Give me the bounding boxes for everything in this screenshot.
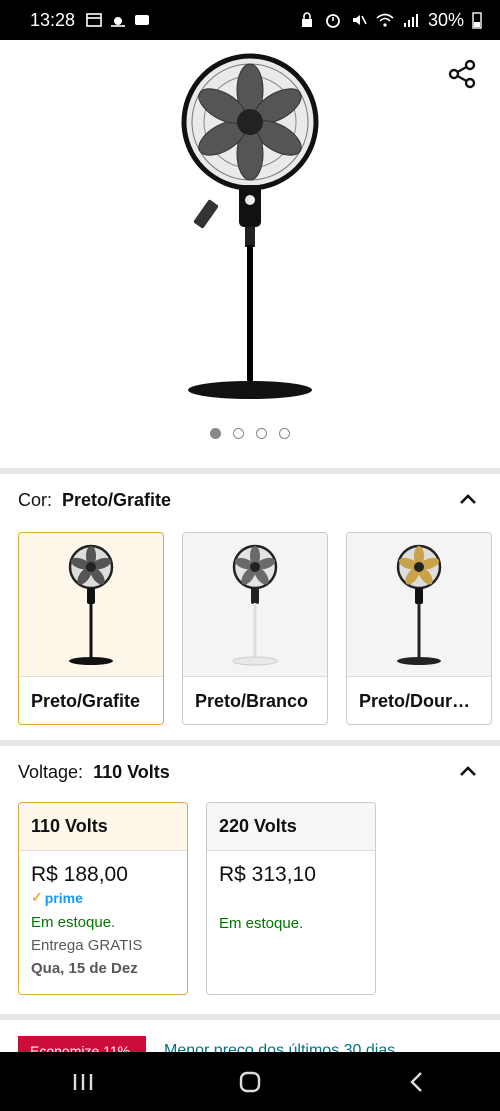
color-option-label: Preto/Grafite <box>31 690 141 711</box>
recent-apps-button[interactable] <box>53 1062 113 1102</box>
color-thumbnail <box>183 533 327 677</box>
gallery-dot-3[interactable] <box>256 428 267 439</box>
color-label: Cor: <box>18 490 53 510</box>
delivery-text: Entrega GRATIS <box>31 937 143 954</box>
share-icon[interactable] <box>446 58 478 90</box>
fan-thumbnail-image <box>232 544 278 665</box>
voltage-section-header[interactable]: Voltage: 110 Volts <box>18 762 482 783</box>
notification-icon <box>135 15 150 25</box>
battery-icon <box>472 12 482 29</box>
color-thumbnail <box>347 533 491 677</box>
status-bar: 13:28 30% <box>0 0 500 40</box>
voltage-option-label: 110 Volts <box>19 803 187 851</box>
product-image <box>181 53 319 399</box>
color-options: Preto/Grafite Preto/Branco Preto/Dour… <box>18 532 492 725</box>
voltage-option-110[interactable]: 110 Volts R$ 188,00 ✓ prime Em estoque. E… <box>18 802 188 995</box>
voltage-selected-value: 110 Volts <box>93 762 170 782</box>
navigation-bar <box>0 1052 500 1111</box>
voltage-options: 110 Volts R$ 188,00 ✓ prime Em estoque. E… <box>18 802 376 995</box>
mute-icon <box>352 15 367 25</box>
color-option-label: Preto/Branco <box>195 690 309 711</box>
battery-percent: 30% <box>427 9 464 30</box>
stock-status: Em estoque. <box>31 914 116 931</box>
fan-thumbnail-image <box>68 544 114 665</box>
fan-thumbnail-image <box>396 544 442 665</box>
voltage-option-220[interactable]: 220 Volts R$ 313,10 Em estoque. <box>206 802 376 995</box>
wifi-icon <box>376 13 394 27</box>
product-image-gallery[interactable] <box>0 40 500 468</box>
gallery-indicator <box>0 428 500 439</box>
divider <box>0 468 500 474</box>
color-section-header[interactable]: Cor: Preto/Grafite <box>18 490 482 511</box>
voltage-option-label: 220 Volts <box>207 803 375 851</box>
alarm-icon <box>326 14 340 28</box>
stock-status: Em estoque. <box>219 915 304 932</box>
recent-apps-icon <box>74 1073 93 1090</box>
color-option-preto-branco[interactable]: Preto/Branco <box>182 532 328 725</box>
divider <box>0 1014 500 1020</box>
back-button[interactable] <box>387 1062 447 1102</box>
color-option-preto-grafite[interactable]: Preto/Grafite <box>18 532 164 725</box>
prime-check-icon: ✓ <box>31 889 43 905</box>
color-thumbnail <box>19 533 163 677</box>
gallery-dot-2[interactable] <box>233 428 244 439</box>
signal-icon <box>403 14 418 27</box>
back-icon <box>409 1071 422 1092</box>
color-option-label: Preto/Dour… <box>359 690 471 711</box>
gallery-dot-4[interactable] <box>279 428 290 439</box>
gallery-dot-1[interactable] <box>210 428 221 439</box>
status-time: 13:28 <box>30 9 76 30</box>
lock-icon <box>301 12 312 27</box>
calendar-icon <box>86 13 102 27</box>
chevron-up-icon[interactable] <box>458 492 478 506</box>
prime-badge: ✓ prime <box>31 889 83 906</box>
weather-icon <box>111 17 126 27</box>
divider <box>0 740 500 746</box>
color-option-preto-dourado[interactable]: Preto/Dour… <box>346 532 492 725</box>
home-icon <box>239 1071 261 1092</box>
voltage-label: Voltage: <box>18 762 84 782</box>
status-left-icons <box>85 11 151 29</box>
color-selected-value: Preto/Grafite <box>62 490 172 510</box>
delivery-date: Qua, 15 de Dez <box>31 960 138 977</box>
home-button[interactable] <box>220 1062 280 1102</box>
price: R$ 313,10 <box>219 863 316 886</box>
price: R$ 188,00 <box>31 863 128 886</box>
chevron-up-icon[interactable] <box>458 764 478 778</box>
status-right-icons: 30% <box>298 10 482 31</box>
